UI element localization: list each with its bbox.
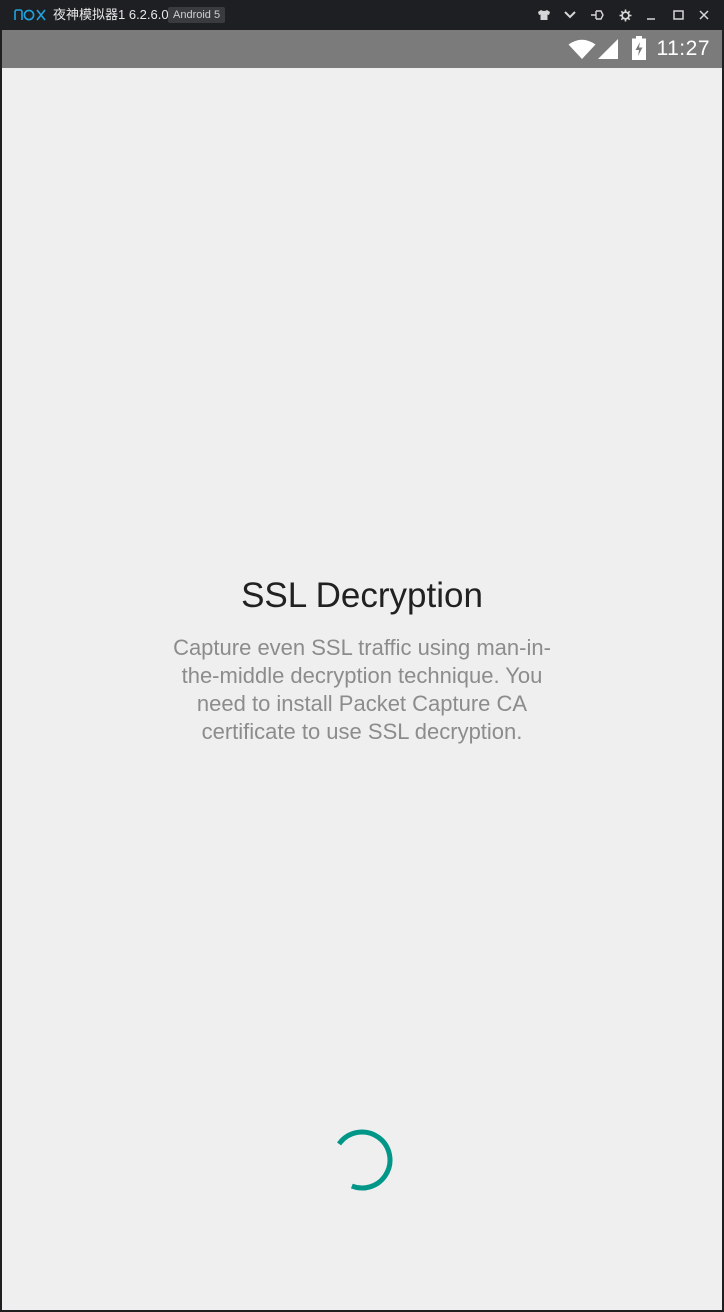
status-bar: 11:27 [2,30,722,68]
status-time: 11:27 [656,37,710,60]
android-version-badge: Android 5 [168,7,226,23]
feature-description: Capture even SSL traffic using man-in- t… [173,635,551,744]
page-title: SSL Decryption [241,576,483,615]
battery-charging-icon [632,36,646,60]
wifi-icon [568,39,596,59]
pin-icon[interactable] [588,6,606,24]
android-screen: 11:27 SSL Decryption Capture even SSL tr… [2,30,722,1310]
minimize-icon[interactable] [642,6,660,24]
shirt-icon[interactable] [535,6,553,24]
emulator-title: 夜神模拟器1 6.2.6.0 [53,7,169,22]
emulator-title-bar: 夜神模拟器1 6.2.6.0 Android 5 [0,0,724,30]
nox-logo [14,9,46,21]
close-icon[interactable] [695,6,713,24]
chevron-down-icon[interactable] [561,6,579,24]
maximize-icon[interactable] [669,6,687,24]
cell-signal-icon [598,39,618,59]
gear-icon[interactable] [616,6,634,24]
loading-spinner [331,1129,393,1191]
